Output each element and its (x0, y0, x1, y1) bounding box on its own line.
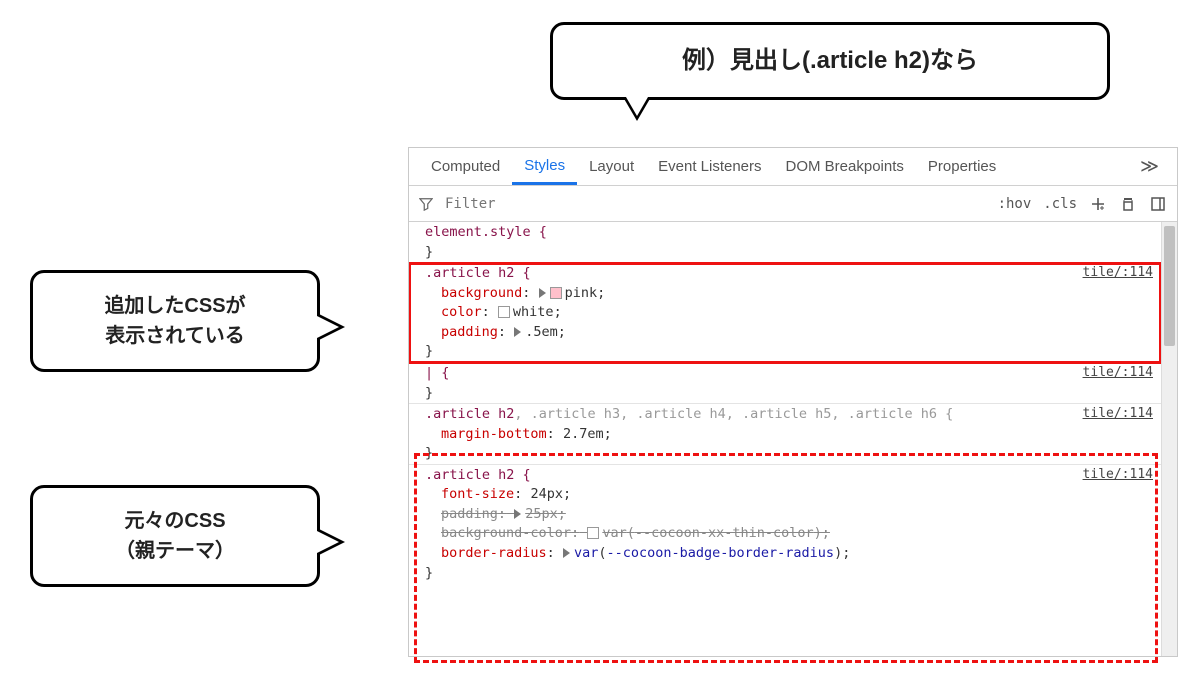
selector-text: | { (425, 365, 449, 381)
tab-properties[interactable]: Properties (916, 148, 1008, 185)
tab-layout[interactable]: Layout (577, 148, 646, 185)
source-link[interactable]: tile/:114 (1083, 264, 1153, 283)
flexbox-overlay-button[interactable] (1119, 195, 1137, 213)
selector-text: .article h2 { (425, 265, 531, 281)
color-swatch-icon[interactable] (550, 287, 562, 299)
computed-sidebar-toggle[interactable] (1149, 195, 1167, 213)
close-brace: } (425, 565, 433, 581)
styles-toolbar: :hov .cls (998, 195, 1167, 213)
annotation-example-heading: 例）見出し(.article h2)なら (550, 22, 1110, 100)
annotation-text-line2: （親テーマ） (115, 540, 235, 562)
styles-rules-list: element.style { } tile/:114 .article h2 … (409, 222, 1161, 656)
styles-filter-bar: :hov .cls (409, 186, 1177, 222)
css-property: font-size (441, 486, 514, 502)
css-declaration-overridden[interactable]: background-color: var(--cocoon-xx-thin-c… (417, 524, 1153, 544)
css-var-name: --cocoon-xx-thin-color (635, 525, 814, 541)
css-property: margin-bottom (441, 426, 547, 442)
annotation-original-css: 元々のCSS （親テーマ） (30, 485, 320, 587)
rule-added-css[interactable]: tile/:114 .article h2 { background: pink… (409, 263, 1161, 363)
devtools-panel: Computed Styles Layout Event Listeners D… (408, 147, 1178, 657)
annotation-added-css: 追加したCSSが 表示されている (30, 270, 320, 372)
tab-event-listeners[interactable]: Event Listeners (646, 148, 773, 185)
expand-triangle-icon[interactable] (563, 548, 570, 558)
tabs-overflow-button[interactable]: ≫ (1132, 156, 1167, 177)
rule-element-style[interactable]: element.style { } (409, 222, 1161, 263)
expand-triangle-icon[interactable] (514, 327, 521, 337)
css-property: background-color (441, 525, 571, 541)
tab-dom-breakpoints[interactable]: DOM Breakpoints (774, 148, 916, 185)
styles-filter-input[interactable] (443, 195, 988, 213)
css-value: .5em (525, 324, 558, 340)
close-brace: } (425, 445, 433, 461)
css-var-fn: var (574, 545, 598, 561)
annotation-text-line1: 追加したCSSが (104, 295, 245, 317)
css-value: pink (565, 285, 598, 301)
styles-rules-scroll: element.style { } tile/:114 .article h2 … (409, 222, 1177, 656)
new-style-rule-button[interactable] (1089, 195, 1107, 213)
css-value: white (513, 304, 554, 320)
tab-computed[interactable]: Computed (419, 148, 512, 185)
css-declaration[interactable]: font-size: 24px; (417, 485, 1153, 505)
css-property: padding (441, 506, 498, 522)
hov-toggle[interactable]: :hov (998, 196, 1032, 212)
css-var-fn: var (602, 525, 626, 541)
speech-tail-icon (317, 528, 345, 556)
speech-tail-icon (317, 313, 345, 341)
close-brace: } (425, 343, 433, 359)
css-property: padding (441, 324, 498, 340)
css-declaration-overridden[interactable]: padding: 25px; (417, 505, 1153, 525)
close-brace: } (425, 385, 433, 401)
css-value: 25px (525, 506, 558, 522)
selector-unmatched: , .article h3, .article h4, .article h5,… (514, 406, 953, 422)
color-swatch-icon[interactable] (498, 306, 510, 318)
close-brace: } (425, 244, 433, 260)
css-declaration[interactable]: background: pink; (417, 284, 1153, 304)
css-value: 2.7em (563, 426, 604, 442)
source-link[interactable]: tile/:114 (1083, 466, 1153, 485)
source-link[interactable]: tile/:114 (1083, 364, 1153, 383)
css-property: background (441, 285, 522, 301)
cls-toggle[interactable]: .cls (1043, 196, 1077, 212)
devtools-tabs: Computed Styles Layout Event Listeners D… (409, 148, 1177, 186)
rule-anonymous[interactable]: tile/:114 | { } (409, 363, 1161, 404)
selector-matched: .article h2 (425, 406, 514, 422)
css-declaration[interactable]: padding: .5em; (417, 323, 1153, 343)
source-link[interactable]: tile/:114 (1083, 405, 1153, 424)
css-declaration[interactable]: border-radius: var(--cocoon-badge-border… (417, 544, 1153, 564)
css-property: color (441, 304, 482, 320)
expand-triangle-icon[interactable] (514, 509, 521, 519)
selector-text: .article h2 { (425, 467, 531, 483)
css-value: 24px (530, 486, 563, 502)
css-declaration[interactable]: color: white; (417, 303, 1153, 323)
annotation-text-line2: 表示されている (105, 325, 244, 347)
color-swatch-icon[interactable] (587, 527, 599, 539)
tab-styles[interactable]: Styles (512, 148, 577, 185)
scrollbar-thumb[interactable] (1164, 226, 1175, 346)
selector-text: element.style { (425, 224, 547, 240)
expand-triangle-icon[interactable] (539, 288, 546, 298)
annotation-text-line1: 元々のCSS (124, 510, 225, 532)
annotation-text: 例）見出し(.article h2)なら (682, 47, 978, 74)
css-declaration[interactable]: margin-bottom: 2.7em; (417, 425, 1153, 445)
rule-parent-heading-group[interactable]: tile/:114 .article h2, .article h3, .art… (409, 404, 1161, 465)
css-property: border-radius (441, 545, 547, 561)
speech-tail-icon (623, 97, 651, 121)
css-var-name: --cocoon-badge-border-radius (606, 545, 834, 561)
rule-parent-h2[interactable]: tile/:114 .article h2 { font-size: 24px;… (409, 465, 1161, 583)
vertical-scrollbar[interactable] (1161, 222, 1177, 656)
filter-icon (419, 197, 433, 211)
